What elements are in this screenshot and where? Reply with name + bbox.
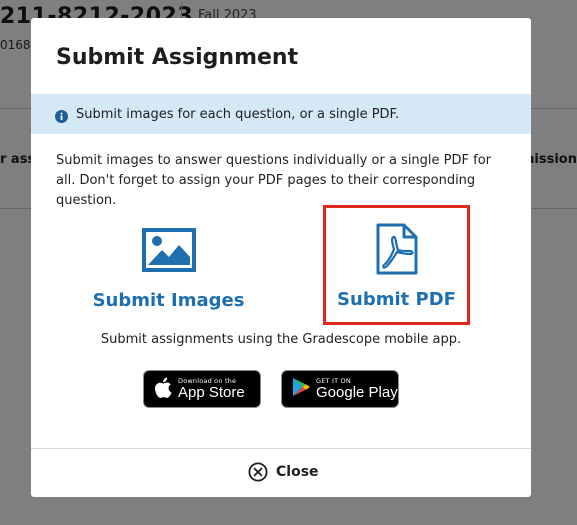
submit-pdf-option[interactable]: Submit PDF	[323, 205, 470, 325]
app-store-badge[interactable]: Download on the App Store	[143, 370, 261, 408]
google-play-icon	[292, 377, 310, 401]
modal-footer-divider	[31, 448, 531, 449]
close-button[interactable]: Close	[248, 462, 319, 482]
mobile-app-text: Submit assignments using the Gradescope …	[100, 332, 462, 347]
apple-icon	[154, 377, 172, 402]
submit-images-label: Submit Images	[92, 290, 245, 311]
close-label: Close	[276, 464, 319, 480]
info-banner: Submit images for each question, or a si…	[31, 94, 531, 134]
submit-assignment-modal: Submit Assignment Submit images for each…	[31, 18, 531, 497]
info-circle-icon	[55, 108, 68, 123]
modal-title: Submit Assignment	[56, 45, 299, 70]
modal-description: Submit images to answer questions indivi…	[56, 153, 491, 208]
image-icon	[141, 228, 196, 276]
close-circle-icon	[248, 462, 268, 482]
app-store-large-text: App Store	[178, 384, 245, 402]
google-play-badge[interactable]: GET IT ON Google Play	[281, 370, 399, 408]
pdf-file-icon	[375, 223, 419, 279]
info-message: Submit images for each question, or a si…	[76, 106, 400, 122]
google-play-large-text: Google Play	[316, 384, 398, 402]
submit-pdf-label: Submit PDF	[337, 289, 456, 310]
submit-images-option[interactable]: Submit Images	[91, 228, 246, 311]
